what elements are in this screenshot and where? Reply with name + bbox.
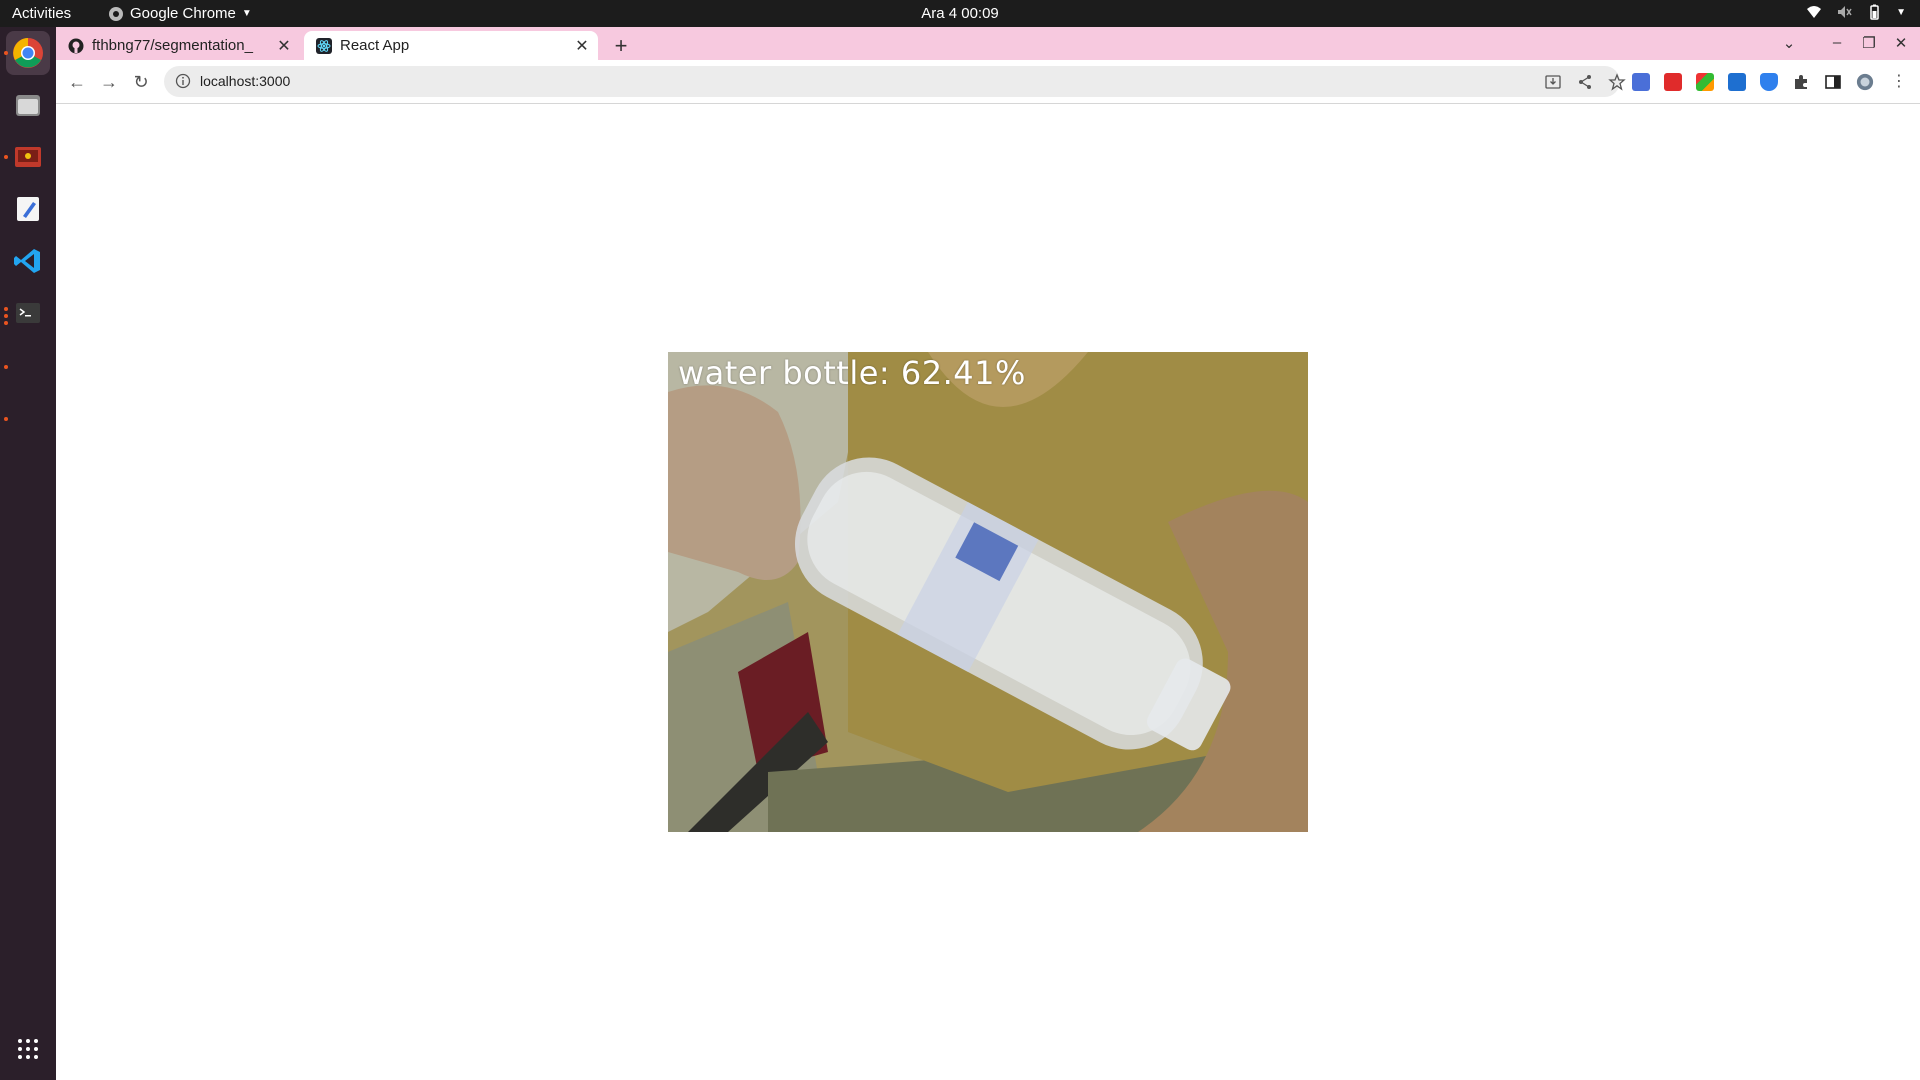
site-info-icon[interactable] [174, 72, 192, 90]
share-icon[interactable] [1576, 73, 1594, 91]
translate-extension-icon[interactable] [1632, 73, 1650, 91]
install-app-icon[interactable] [1544, 73, 1562, 91]
chevron-down-icon: ▼ [241, 8, 252, 19]
colorful-extension-icon[interactable] [1696, 73, 1714, 91]
browser-toolbar: ← → ↻ localhost:3000 ⋮ [56, 60, 1920, 104]
clock[interactable]: Ara 4 00:09 [921, 5, 999, 22]
reload-icon[interactable]: ↻ [130, 71, 152, 93]
prediction-label: water bottle: 62.41% [678, 354, 1026, 392]
running-indicator [4, 314, 8, 318]
zip-extension-icon[interactable] [1728, 73, 1746, 91]
running-indicator [4, 321, 8, 325]
chrome-icon [13, 38, 43, 68]
dock-vscode[interactable] [6, 239, 50, 283]
dock-files[interactable] [6, 83, 50, 127]
volume-muted-icon[interactable] [1836, 4, 1852, 20]
running-indicator [4, 155, 8, 159]
running-indicator [4, 365, 8, 369]
minimize-icon[interactable]: – [1826, 34, 1848, 51]
terminal-icon [16, 303, 40, 323]
bookmark-star-icon[interactable] [1608, 73, 1626, 91]
profile-avatar[interactable] [1856, 73, 1874, 91]
screen-recorder-icon [15, 147, 41, 167]
tab-github[interactable]: fthbng77/segmentation_ ✕ [56, 31, 300, 60]
tab-title: React App [340, 37, 410, 54]
webcam-canvas: water bottle: 62.41% [668, 352, 1308, 832]
text-editor-icon [17, 197, 39, 221]
dock-screen-recorder[interactable] [6, 135, 50, 179]
activities-button[interactable]: Activities [12, 5, 71, 22]
wifi-icon[interactable] [1806, 4, 1822, 20]
vscode-icon [14, 249, 40, 273]
close-window-icon[interactable]: ✕ [1890, 34, 1912, 52]
forward-arrow-icon[interactable]: → [98, 71, 120, 93]
kebab-menu-icon[interactable]: ⋮ [1888, 71, 1910, 93]
video-extension-icon[interactable] [1664, 73, 1682, 91]
app-menu[interactable]: Google Chrome ▼ [108, 5, 252, 22]
page-content: water bottle: 62.41% [56, 104, 1920, 1080]
chevron-down-icon[interactable]: ▼ [1896, 7, 1906, 18]
tab-react-app[interactable]: React App ✕ [304, 31, 598, 60]
url-text[interactable]: localhost:3000 [200, 73, 290, 89]
webcam-frame [668, 352, 1308, 832]
system-top-bar: Activities Google Chrome ▼ Ara 4 00:09 ▼ [0, 0, 1920, 27]
restore-icon[interactable]: ❐ [1858, 34, 1880, 52]
show-applications-button[interactable] [6, 1027, 50, 1071]
new-tab-button[interactable]: + [608, 33, 634, 59]
github-icon [68, 38, 84, 53]
running-indicator [4, 307, 8, 311]
files-icon [16, 95, 40, 116]
shield-extension-icon[interactable] [1760, 73, 1778, 91]
tab-title: fthbng77/segmentation_ [92, 37, 253, 54]
tab-strip: fthbng77/segmentation_ ✕ React App ✕ + ⌄… [56, 27, 1920, 60]
running-indicator [4, 51, 8, 55]
battery-icon[interactable] [1866, 4, 1882, 20]
tab-search-chevron-icon[interactable]: ⌄ [1778, 34, 1800, 52]
chrome-small-icon [109, 6, 123, 21]
react-icon [316, 37, 332, 54]
dock-chrome[interactable] [6, 31, 50, 75]
running-indicator [4, 417, 8, 421]
dock-terminal[interactable] [6, 291, 50, 335]
address-bar[interactable]: localhost:3000 [164, 66, 1626, 97]
extensions-puzzle-icon[interactable] [1792, 73, 1810, 91]
dock [0, 27, 56, 1080]
back-arrow-icon[interactable]: ← [66, 71, 88, 93]
app-menu-label: Google Chrome [130, 5, 236, 22]
dock-text-editor[interactable] [6, 187, 50, 231]
apps-grid-icon [18, 1039, 38, 1059]
system-tray[interactable]: ▼ [1806, 4, 1906, 20]
side-panel-icon[interactable] [1824, 73, 1842, 91]
close-tab-icon[interactable]: ✕ [274, 36, 294, 56]
close-tab-icon[interactable]: ✕ [572, 36, 592, 56]
